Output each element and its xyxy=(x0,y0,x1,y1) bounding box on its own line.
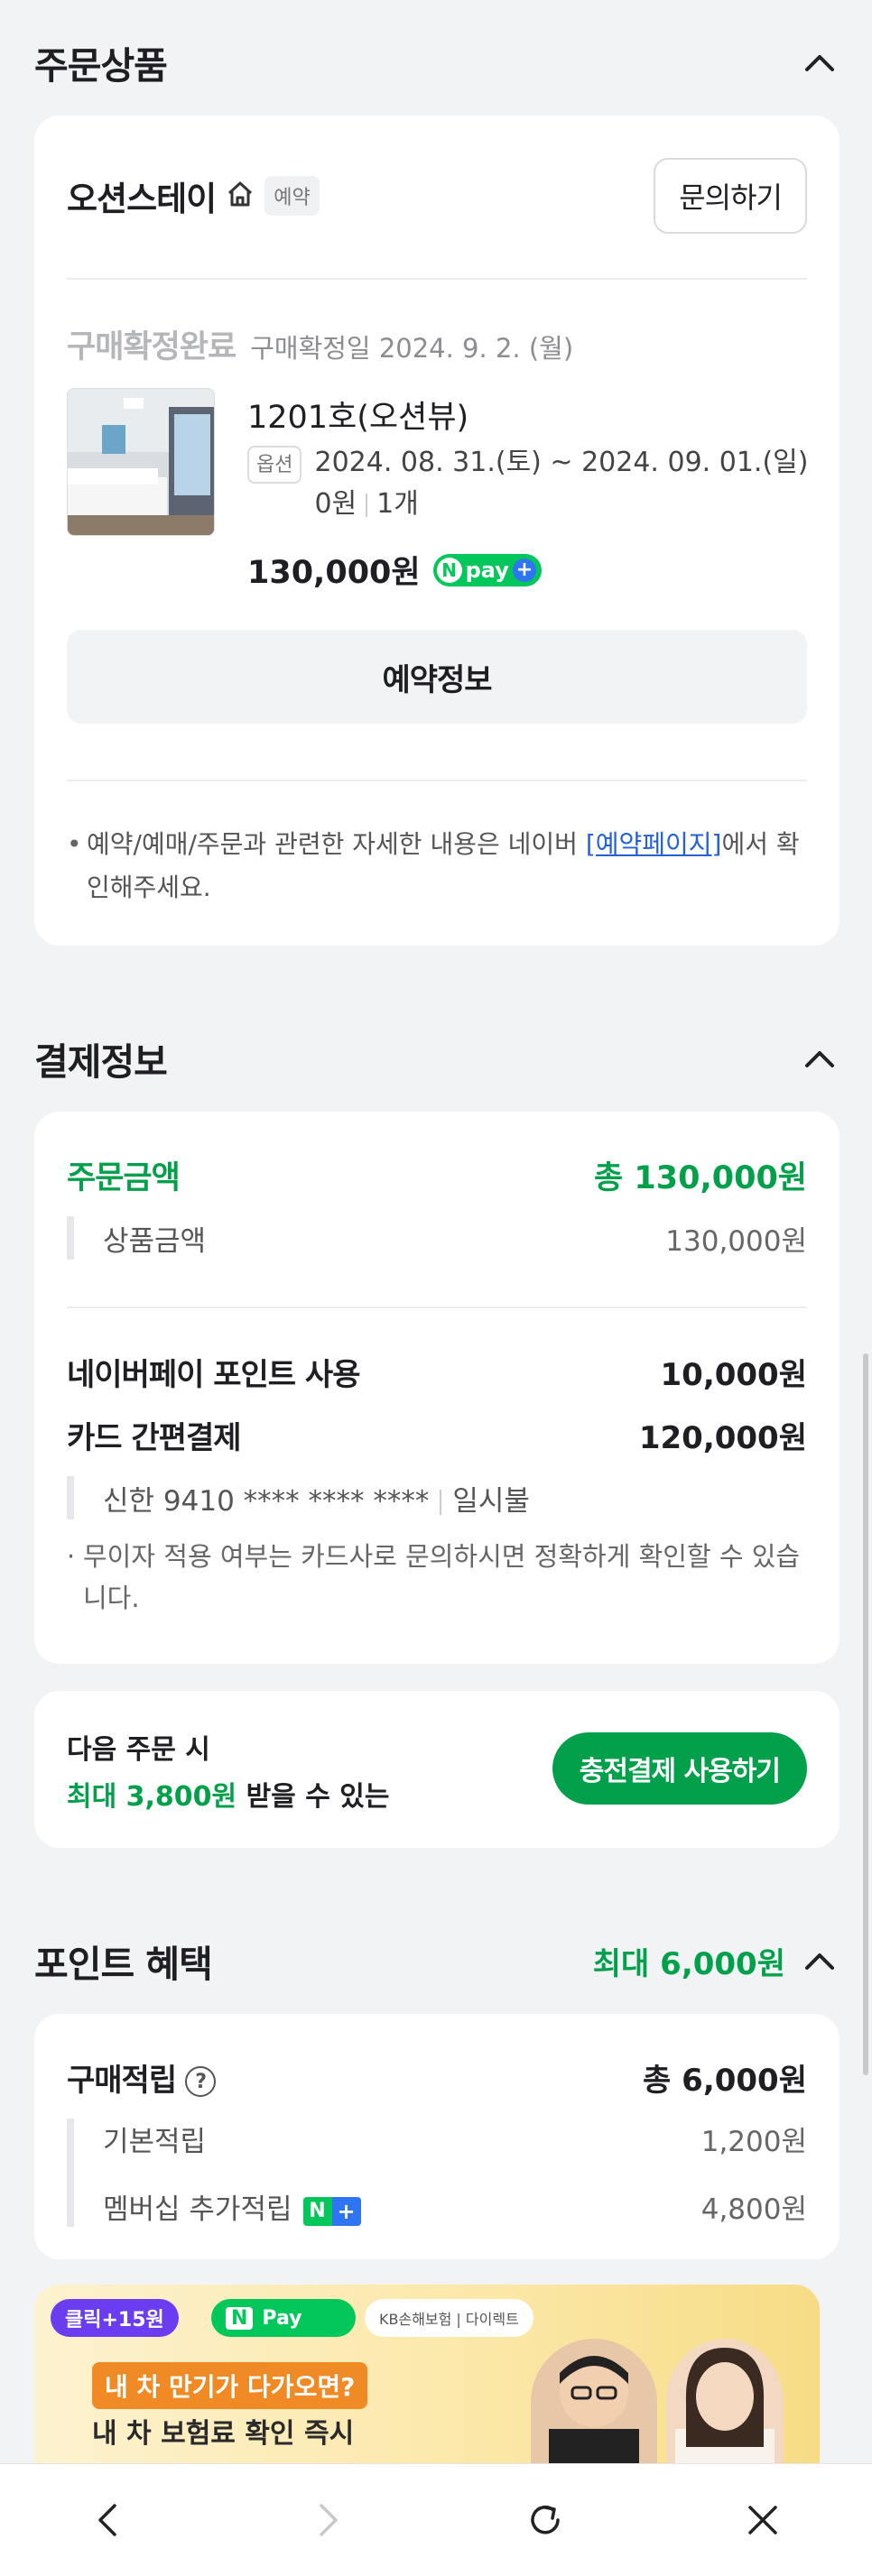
payment-card: 주문금액 총 130,000원 상품금액 130,000원 네이버페이 포인트 … xyxy=(34,1112,840,1664)
card-pay-row: 카드 간편결제 120,000원 xyxy=(67,1413,807,1456)
installment: 일시불 xyxy=(452,1484,530,1518)
basic-points-row: 기본적립 1,200원 xyxy=(103,2119,807,2159)
npay-plus-badge: N pay + xyxy=(432,553,542,586)
ad-headline2: 내 차 보험료 확인 즉시 xyxy=(92,2418,355,2450)
purchase-points-label-wrap: 구매적립? xyxy=(67,2055,217,2100)
chevron-up-icon[interactable] xyxy=(802,1943,838,1979)
points-section-title: 포인트 혜택 xyxy=(34,1943,213,1986)
reservation-notice: 예약/예매/주문과 관련한 자세한 내용은 네이버 [예약페이지]에서 확인해주… xyxy=(67,823,807,909)
reservation-info-button[interactable]: 예약정보 xyxy=(67,630,807,724)
card-pay-label: 카드 간편결제 xyxy=(67,1419,242,1456)
member-points-label: 멤버십 추가적립 xyxy=(103,2193,292,2226)
back-icon[interactable] xyxy=(73,2484,145,2556)
promo-line1: 다음 주문 시 xyxy=(67,1734,210,1766)
purchase-points-total: 총 6,000원 xyxy=(643,2062,807,2099)
reservation-tag: 예약 xyxy=(264,176,320,216)
purchase-points-label: 구매적립 xyxy=(67,2062,177,2099)
points-section-header[interactable]: 포인트 혜택 최대 6,000원 xyxy=(34,1931,838,1990)
card-pay-value: 120,000원 xyxy=(638,1419,807,1456)
order-status: 구매확정완료 xyxy=(67,329,237,365)
option-text: 2024. 08. 31.(토) ~ 2024. 09. 01.(일) 0원 1개 xyxy=(314,442,816,525)
card-info: 신한 9410 **** **** **** 일시불 xyxy=(103,1484,530,1518)
ad-person-image xyxy=(531,2339,657,2465)
product-amount-row: 상품금액 130,000원 xyxy=(67,1216,807,1260)
store-name[interactable]: 오션스테이 xyxy=(67,171,217,220)
card-note: 무이자 적용 여부는 카드사로 문의하시면 정확하게 확인할 수 있습니다. xyxy=(67,1536,807,1619)
npay-badge-text: pay xyxy=(465,557,509,583)
npay-n-icon: N xyxy=(436,557,462,583)
order-amount-row: 주문금액 총 130,000원 xyxy=(67,1153,807,1196)
plus-icon: + xyxy=(512,558,536,582)
item-price: 130,000원 xyxy=(247,555,421,591)
option-qty: 1개 xyxy=(376,488,419,520)
npay-point-label: 네이버페이 포인트 사용 xyxy=(67,1356,360,1393)
card-info-row: 신한 9410 **** **** **** 일시불 xyxy=(67,1476,807,1519)
payment-section-header[interactable]: 결제정보 xyxy=(34,1029,838,1088)
npay-n-icon: N xyxy=(226,2306,254,2330)
chevron-up-icon[interactable] xyxy=(802,1040,838,1076)
promo-max-amount: 최대 3,800원 xyxy=(67,1781,237,1813)
member-points-row: 멤버십 추가적립 N + 4,800원 xyxy=(103,2186,807,2227)
member-points-value: 4,800원 xyxy=(700,2193,807,2226)
order-amount-value: 총 130,000원 xyxy=(594,1159,807,1196)
help-icon[interactable]: ? xyxy=(185,2066,217,2097)
inquiry-button[interactable]: 문의하기 xyxy=(654,158,807,234)
ad-person-image xyxy=(666,2339,784,2465)
nplus-membership-icon: N + xyxy=(302,2196,361,2226)
confirm-date: 구매확정일 2024. 9. 2. (월) xyxy=(250,333,574,364)
click-reward-badge: 클릭+15원 xyxy=(51,2299,179,2337)
ad-headline1: 내 차 만기가 다가오면? xyxy=(92,2362,368,2409)
points-max: 최대 6,000원 xyxy=(592,1945,785,1982)
insurer-label: KB손해보험 | 다이렉트 xyxy=(365,2299,533,2337)
points-card: 구매적립? 총 6,000원 기본적립 1,200원 멤버십 추가적립 N + 4,… xyxy=(34,2014,840,2259)
divider xyxy=(67,780,807,781)
points-breakdown: 기본적립 1,200원 멤버십 추가적립 N + 4,800원 xyxy=(67,2119,807,2227)
basic-points-value: 1,200원 xyxy=(700,2126,807,2158)
product-amount-value: 130,000원 xyxy=(665,1224,807,1258)
close-icon[interactable] xyxy=(727,2484,799,2556)
reservation-page-link[interactable]: [예약페이지] xyxy=(586,829,722,859)
forward-icon[interactable] xyxy=(291,2484,363,2556)
member-points-label-wrap: 멤버십 추가적립 N + xyxy=(103,2186,361,2227)
product-amount-label: 상품금액 xyxy=(103,1224,207,1258)
refresh-icon[interactable] xyxy=(509,2484,581,2556)
npay-point-value: 10,000원 xyxy=(660,1356,807,1393)
option-tag: 옵션 xyxy=(247,446,302,484)
use-charge-pay-button[interactable]: 충전결제 사용하기 xyxy=(552,1732,807,1805)
order-section-header[interactable]: 주문상품 xyxy=(34,32,838,92)
purchase-points-row: 구매적립? 총 6,000원 xyxy=(67,2055,807,2099)
charge-pay-promo-card: 다음 주문 시 최대 3,800원 받을 수 있는 충전결제 사용하기 xyxy=(34,1691,840,1848)
divider xyxy=(67,278,807,280)
room-thumbnail[interactable] xyxy=(67,388,215,536)
divider xyxy=(67,1306,807,1308)
basic-points-label: 기본적립 xyxy=(103,2126,207,2158)
payment-section-title: 결제정보 xyxy=(34,1040,168,1084)
order-section-title: 주문상품 xyxy=(34,44,168,88)
npay-point-row: 네이버페이 포인트 사용 10,000원 xyxy=(67,1350,807,1393)
bottom-navigation xyxy=(0,2463,872,2576)
room-name: 1201호(오션뷰) xyxy=(247,400,469,436)
chevron-up-icon[interactable] xyxy=(802,44,838,80)
order-amount-label: 주문금액 xyxy=(67,1159,181,1196)
order-card: 오션스테이 예약 문의하기 구매확정완료 구매확정일 2024. 9. 2. (… xyxy=(34,115,840,946)
home-icon[interactable] xyxy=(225,179,255,213)
ad-banner[interactable]: 클릭+15원 N Pay KB손해보험 | 다이렉트 내 차 만기가 다가오면? … xyxy=(34,2285,820,2465)
npay-pill: N Pay xyxy=(211,2299,356,2337)
promo-text: 다음 주문 시 최대 3,800원 받을 수 있는 xyxy=(67,1727,389,1821)
scrollbar[interactable] xyxy=(863,1353,868,2075)
promo-line2: 최대 3,800원 받을 수 있는 xyxy=(67,1781,390,1813)
